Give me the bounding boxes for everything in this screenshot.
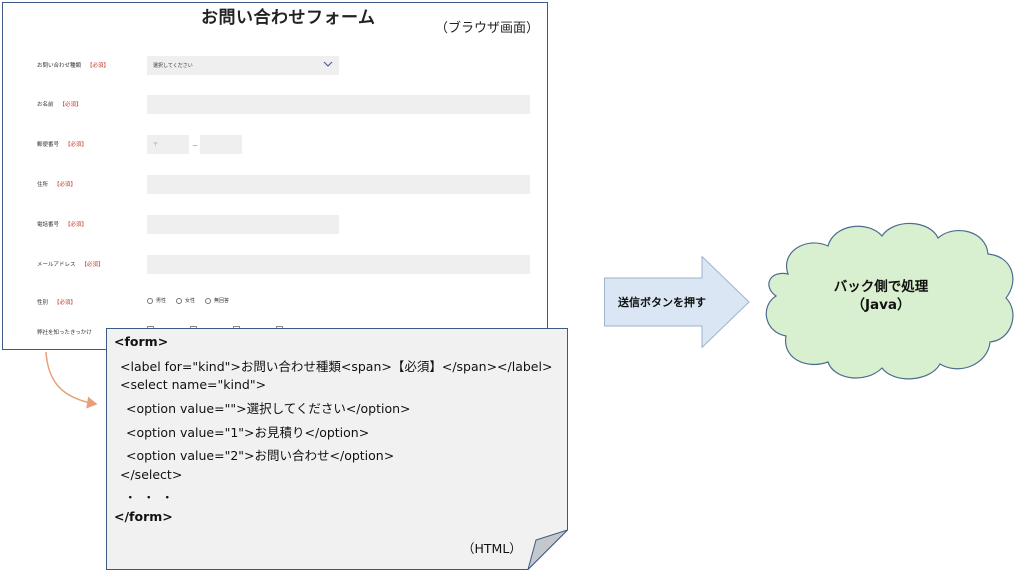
backend-process-label: バック側で処理 （Java） <box>758 278 1004 314</box>
backend-process-language: （Java） <box>851 297 911 313</box>
html-code-note: <form> <label for="kind">お問い合わせ種類<span>【… <box>106 328 568 570</box>
code-line-select-open: <select name="kind"> <box>120 377 267 392</box>
send-button-label: 送信ボタンを押す <box>618 296 706 309</box>
backend-process-title: バック側で処理 <box>833 279 929 295</box>
code-line-option-1: <option value="1">お見積り</option> <box>126 425 370 440</box>
code-line-label: <label for="kind">お問い合わせ種類<span>【必須】</sp… <box>120 359 553 374</box>
code-caption: （HTML） <box>462 541 522 556</box>
code-line-option-2: <option value="2">お問い合わせ</option> <box>126 448 395 463</box>
code-line-option-0: <option value="">選択してください</option> <box>126 401 411 416</box>
code-line-form-close: </form> <box>114 509 173 524</box>
code-line-ellipsis: ・・・ <box>124 490 180 505</box>
code-line-form-open: <form> <box>114 334 169 349</box>
code-line-select-close: </select> <box>120 467 183 482</box>
